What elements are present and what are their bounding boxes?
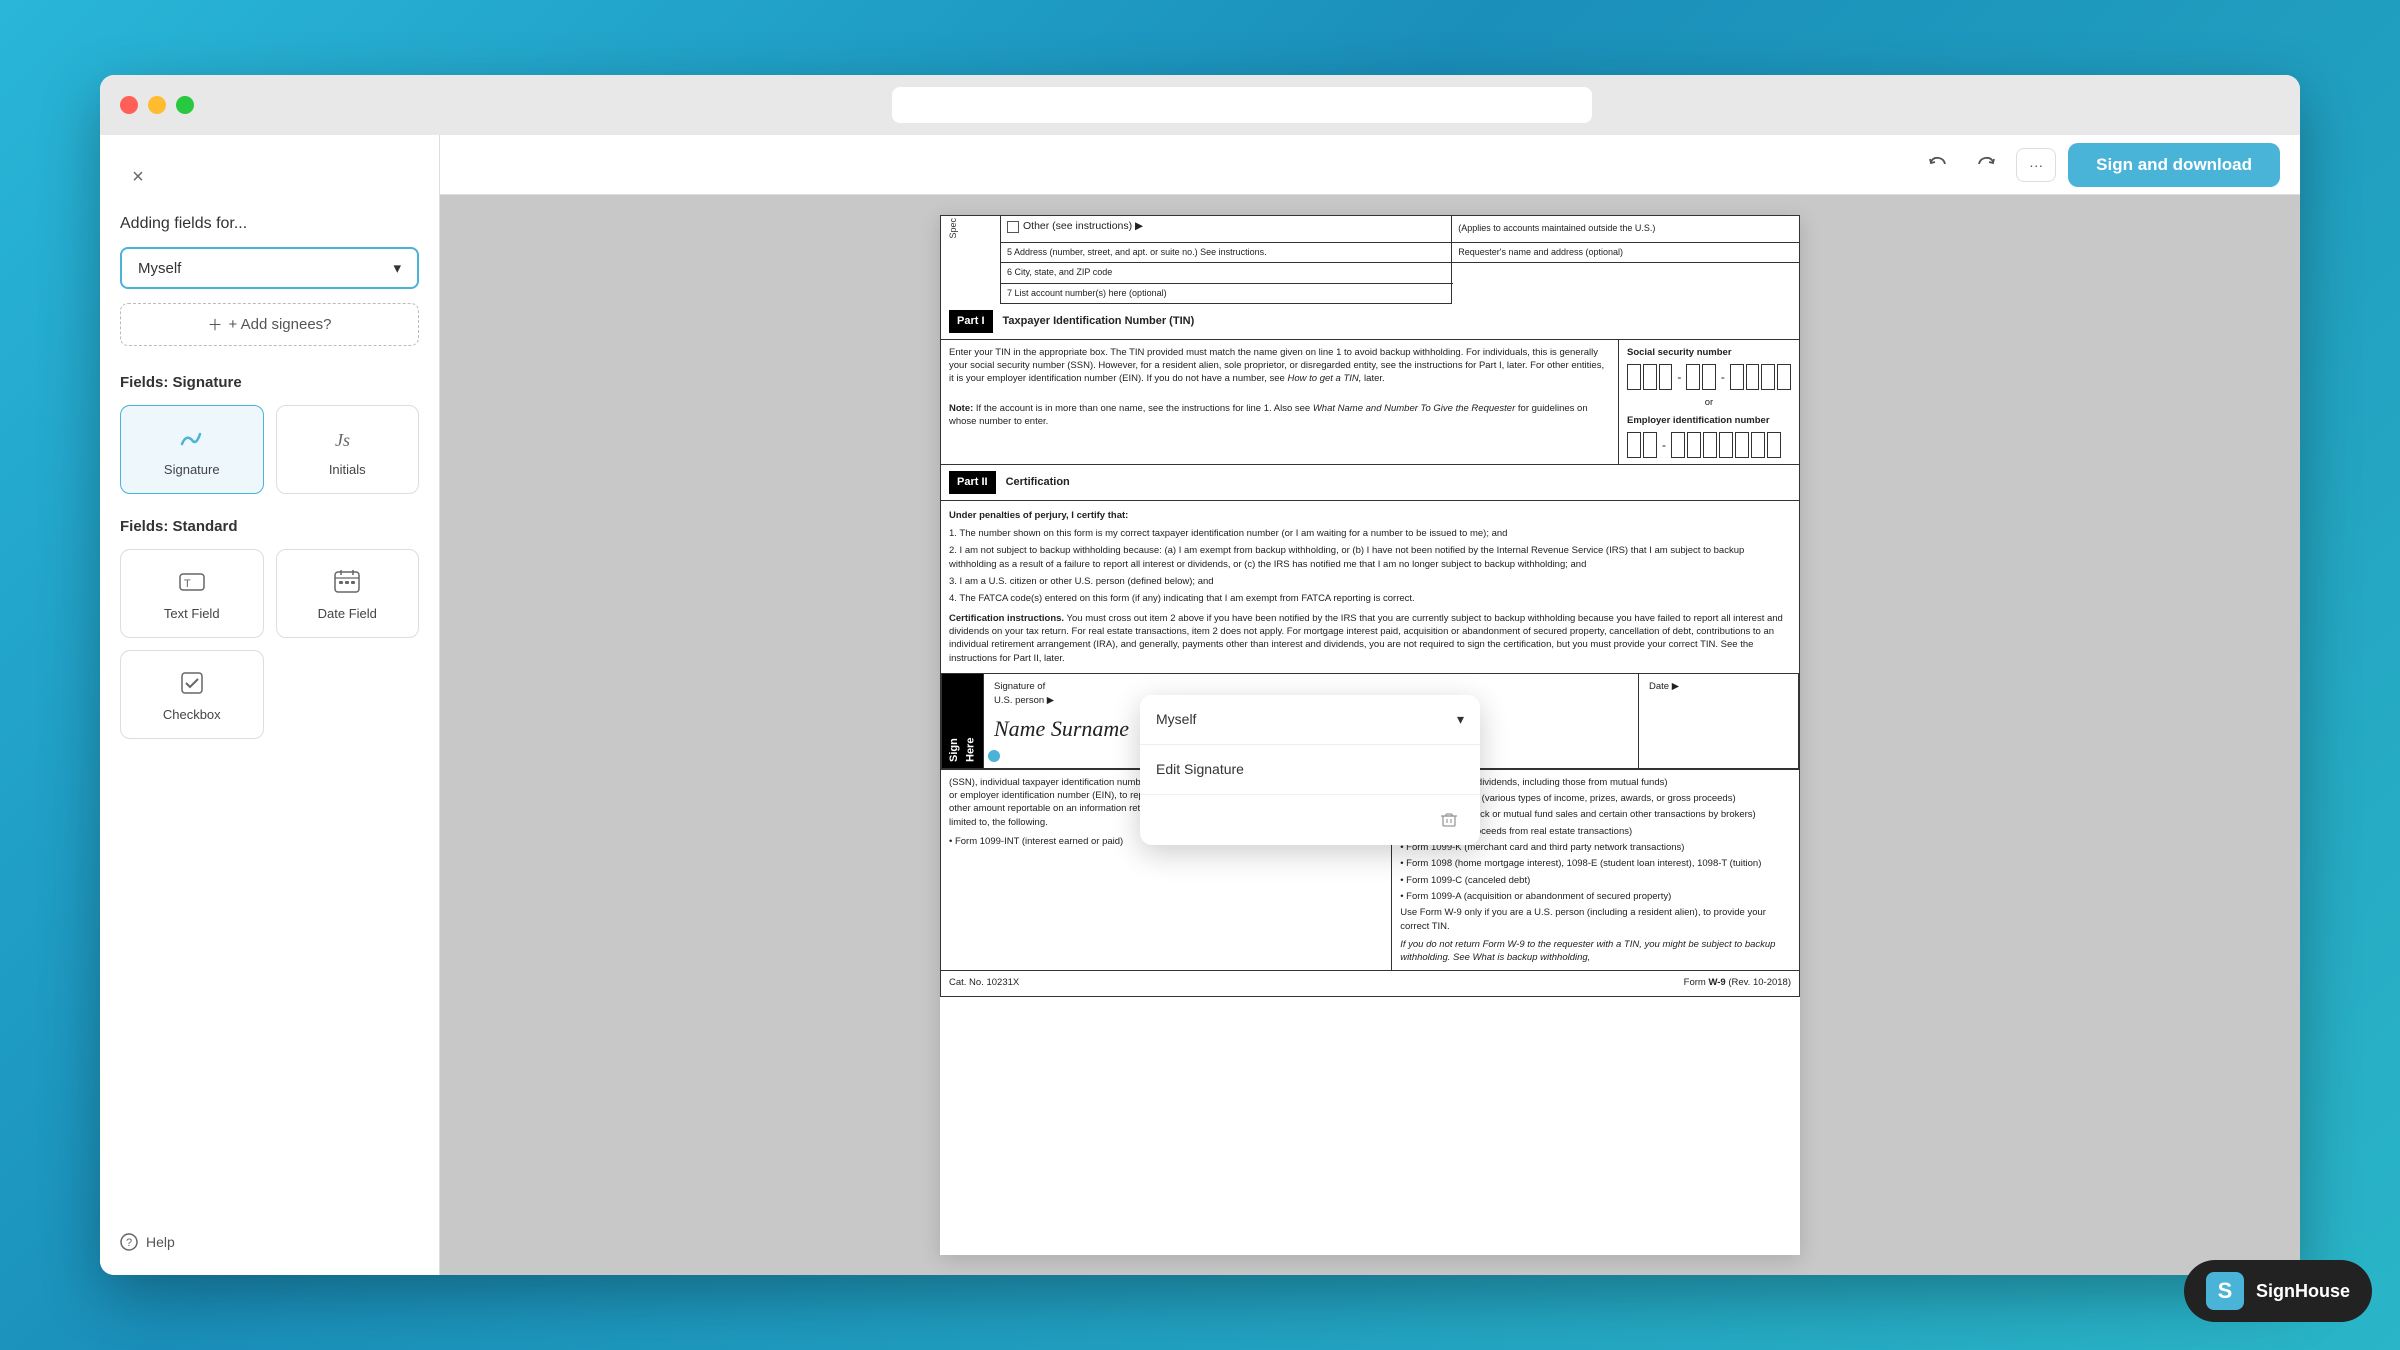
popup-header: Myself ▾ (1140, 695, 1480, 745)
applies-label: (Applies to accounts maintained outside … (1452, 216, 1800, 243)
signhouse-brand: S SignHouse (2184, 1260, 2372, 1322)
signature-fields-grid: Signature Js Initials (120, 405, 419, 494)
signature-popup: Myself ▾ Edit Signature (1140, 695, 1480, 845)
signhouse-name: SignHouse (2256, 1281, 2350, 1302)
part2-subtitle: Certification (1006, 474, 1070, 491)
date-field-item[interactable]: Date Field (276, 549, 420, 638)
form-id: Form W-9 (Rev. 10-2018) (1684, 976, 1791, 990)
svg-text:?: ? (126, 1237, 132, 1249)
browser-titlebar (100, 75, 2300, 135)
doc-scroll[interactable]: Spec Other (see instructions) ▶ (Applies… (440, 195, 2300, 1275)
cat-no: Cat. No. 10231X (949, 976, 1019, 990)
initials-label: Initials (329, 462, 366, 477)
signee-name: Myself (138, 260, 181, 277)
ssn-label: Social security number (1627, 346, 1791, 360)
redo-button[interactable] (1968, 147, 2004, 183)
browser-window: × Adding fields for... Myself ▾ ＋ + Add … (100, 75, 2300, 1275)
popup-signee-name: Myself (1156, 709, 1196, 730)
help-icon: ? (120, 1233, 138, 1251)
ein-label: Employer identification number (1627, 414, 1791, 428)
signature-icon (176, 422, 208, 454)
close-button[interactable] (120, 96, 138, 114)
help-label: Help (146, 1234, 175, 1250)
doc-paper: Spec Other (see instructions) ▶ (Applies… (940, 215, 1800, 1255)
doc-toolbar: ··· Sign and download (440, 135, 2300, 195)
signee-dropdown[interactable]: Myself ▾ (120, 247, 419, 289)
cert2: 2. I am not subject to backup withholdin… (949, 544, 1791, 571)
plus-icon: ＋ (207, 314, 222, 335)
more-button[interactable]: ··· (2016, 148, 2056, 182)
main-area: ··· Sign and download Spec (440, 135, 2300, 1275)
signhouse-logo: S (2206, 1272, 2244, 1310)
text-field-item[interactable]: T Text Field (120, 549, 264, 638)
text-field-label: Text Field (164, 606, 220, 621)
cert4: 4. The FATCA code(s) entered on this for… (949, 592, 1791, 605)
signature-label: Signature (164, 462, 220, 477)
address6-label: 6 City, state, and ZIP code (1001, 263, 1452, 284)
checkbox-icon (176, 667, 208, 699)
sign-here-label: SignHere (942, 674, 983, 768)
part2-title: Part II (949, 471, 996, 494)
part1-body: Enter your TIN in the appropriate box. T… (949, 346, 1610, 386)
checkbox-label: Checkbox (163, 707, 221, 722)
form-spec-table: Spec Other (see instructions) ▶ (Applies… (940, 215, 1800, 304)
address5-label: 5 Address (number, street, and apt. or s… (1001, 242, 1452, 263)
browser-content: × Adding fields for... Myself ▾ ＋ + Add … (100, 135, 2300, 1275)
add-signees-button[interactable]: ＋ + Add signees? (120, 303, 419, 346)
part1-subtitle: Taxpayer Identification Number (TIN) (1003, 313, 1195, 330)
popup-footer (1140, 795, 1480, 845)
date-label: Date ▶ (1649, 680, 1788, 694)
maximize-button[interactable] (176, 96, 194, 114)
part1-note: Note: If the account is in more than one… (949, 402, 1610, 429)
undo-button[interactable] (1920, 147, 1956, 183)
chevron-icon: ▾ (1457, 709, 1464, 730)
part1-title: Part I (949, 310, 993, 333)
cert3: 3. I am a U.S. citizen or other U.S. per… (949, 575, 1791, 588)
cert1: 1. The number shown on this form is my c… (949, 527, 1791, 540)
sidebar: × Adding fields for... Myself ▾ ＋ + Add … (100, 135, 440, 1275)
url-bar[interactable] (892, 87, 1592, 123)
sign-date: Date ▶ (1638, 674, 1798, 768)
other-label: Other (see instructions) ▶ (1023, 219, 1143, 235)
initials-field-item[interactable]: Js Initials (276, 405, 420, 494)
initials-icon: Js (331, 422, 363, 454)
minimize-button[interactable] (148, 96, 166, 114)
adding-fields-label: Adding fields for... (120, 215, 419, 233)
trash-icon (1440, 811, 1458, 829)
address7-label: 7 List account number(s) here (optional) (1001, 283, 1452, 304)
edit-signature-item[interactable]: Edit Signature (1140, 745, 1480, 795)
fields-signature-label: Fields: Signature (120, 374, 419, 391)
standard-fields-grid: T Text Field Date Field (120, 549, 419, 739)
date-field-label: Date Field (318, 606, 377, 621)
cert-instructions: Certification instructions. You must cro… (949, 612, 1791, 665)
doc-content: Spec Other (see instructions) ▶ (Applies… (940, 215, 1800, 997)
chevron-down-icon: ▾ (393, 259, 401, 277)
sign-download-button[interactable]: Sign and download (2068, 143, 2280, 187)
requesters-label: Requester's name and address (optional) (1452, 242, 1800, 263)
checkbox-field-item[interactable]: Checkbox (120, 650, 264, 739)
text-field-icon: T (176, 566, 208, 598)
delete-signature-button[interactable] (1434, 805, 1464, 835)
help-button[interactable]: ? Help (120, 1213, 419, 1251)
date-field-icon (331, 566, 363, 598)
svg-text:T: T (184, 578, 191, 590)
svg-text:Js: Js (335, 430, 350, 450)
add-signees-label: + Add signees? (229, 316, 332, 333)
fields-standard-label: Fields: Standard (120, 518, 419, 535)
sidebar-close-button[interactable]: × (120, 159, 156, 195)
more-icon: ··· (2029, 157, 2043, 173)
signature-field-item[interactable]: Signature (120, 405, 264, 494)
